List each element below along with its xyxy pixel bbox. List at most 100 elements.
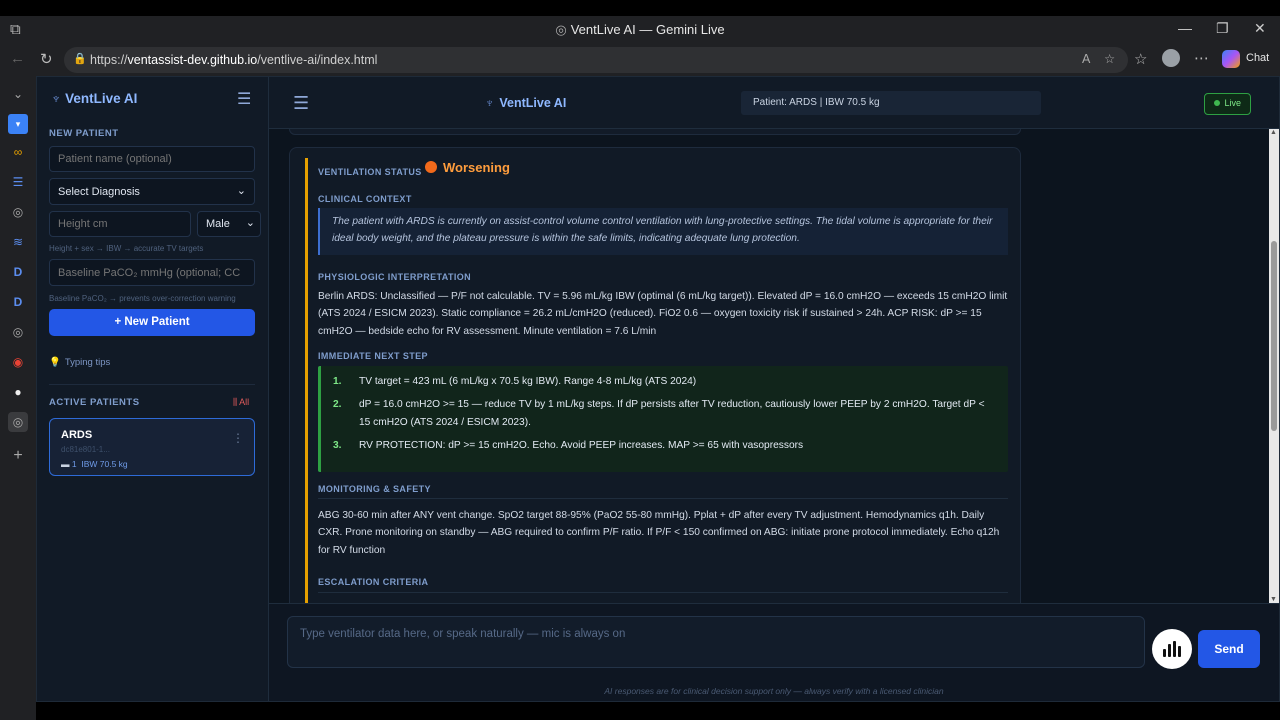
sidebar-divider (49, 384, 255, 385)
chat-scroll-area[interactable]: VENTILATION STATUS Worsening CLINICAL CO… (269, 129, 1269, 603)
tab-google-icon[interactable]: ◉ (8, 352, 28, 372)
scroll-down-icon[interactable]: ▼ (1270, 596, 1277, 603)
url-host: ventassist-dev.github.io (127, 53, 258, 67)
clinical-context-text: The patient with ARDS is currently on as… (318, 208, 1008, 255)
tab-github-icon[interactable]: ● (8, 382, 28, 402)
monitoring-safety-label: MONITORING & SAFETY (318, 484, 431, 494)
chat-scrollbar[interactable]: ▲ ▼ (1269, 129, 1279, 603)
maximize-icon[interactable]: ❐ (1216, 20, 1229, 37)
clinical-context-label: CLINICAL CONTEXT (318, 194, 412, 204)
lightbulb-icon: 💡 (49, 357, 61, 368)
message-icon: ▬ (61, 459, 70, 469)
close-icon[interactable]: ✕ (1254, 20, 1266, 37)
lungs-logo-icon: ♆ (51, 91, 62, 106)
tab-globe-1-icon[interactable]: ◎ (8, 202, 28, 222)
new-tab-plus-icon[interactable]: + (8, 446, 28, 466)
scroll-up-icon[interactable]: ▲ (1270, 129, 1277, 136)
audio-bars-icon (1163, 649, 1166, 657)
collapse-tabs-icon[interactable]: ⌄ (8, 84, 28, 104)
header-menu-icon[interactable]: ☰ (293, 93, 309, 114)
escalation-criteria-label: ESCALATION CRITERIA (318, 577, 429, 587)
clear-icon: ⫼ (233, 397, 238, 407)
clear-all-text: All (239, 397, 250, 407)
tab-favicon-d1-icon[interactable]: D (8, 262, 28, 282)
step-text: dP = 16.0 cmH2O >= 15 — reduce TV by 1 m… (359, 399, 985, 428)
assessment-card: VENTILATION STATUS Worsening CLINICAL CO… (289, 147, 1021, 603)
back-icon[interactable]: ← (10, 50, 25, 67)
voice-mic-button[interactable] (1152, 629, 1192, 669)
lock-icon: 🔒 (73, 53, 87, 65)
patient-card-ibw: IBW 70.5 kg (81, 459, 128, 469)
typing-tips-text: Typing tips (64, 357, 111, 368)
sidebar: ♆VentLive AI ☰ NEW PATIENT Select Diagno… (37, 77, 269, 701)
tab-favicon-d2-icon[interactable]: D (8, 292, 28, 312)
patient-card-id: dc81e801-1... (61, 445, 110, 454)
tab-favicon-2-icon[interactable]: ∞ (8, 142, 28, 162)
scrollbar-thumb[interactable] (1271, 241, 1277, 431)
patient-options-icon[interactable]: ⋮ (232, 431, 244, 445)
top-header: ☰ ♆ VentLive AI Patient: ARDS | IBW 70.5 … (269, 77, 1279, 129)
audio-bars-icon (1178, 646, 1181, 657)
window-title: ◎ VentLive AI — Gemini Live (0, 22, 1280, 38)
new-patient-button[interactable]: + New Patient (49, 309, 255, 336)
sidebar-menu-icon[interactable]: ☰ (237, 89, 251, 109)
new-patient-heading: NEW PATIENT (49, 128, 119, 139)
refresh-icon[interactable]: ↻ (40, 50, 53, 68)
tab-globe-2-icon[interactable]: ◎ (8, 322, 28, 342)
list-item: 1. TV target = 423 mL (6 mL/kg x 70.5 kg … (333, 373, 996, 390)
address-bar[interactable]: 🔒 https://ventassist-dev.github.io/ventl… (64, 47, 1128, 73)
composer: Type ventilator data here, or speak natu… (269, 603, 1279, 701)
favorites-icon[interactable]: ☆ (1134, 50, 1147, 68)
live-dot-icon (1214, 100, 1221, 106)
typing-tips-link[interactable]: 💡 Typing tips (49, 357, 110, 368)
profile-avatar-icon[interactable] (1162, 49, 1180, 67)
step-number: 2. (333, 399, 342, 411)
tab-globe-active-icon[interactable]: ◎ (8, 412, 28, 432)
sex-select[interactable]: Male ⌄ (197, 211, 261, 237)
physiologic-interpretation-text: Berlin ARDS: Unclassified — P/F not calc… (318, 291, 1008, 337)
baseline-paco2-input[interactable] (49, 259, 255, 286)
app-root: ♆ VentLive AI ☰ NEW PATIENT Select Diagno… (36, 76, 1280, 702)
physiologic-interpretation-label: PHYSIOLOGIC INTERPRETATION (318, 272, 472, 282)
patient-message-count: 1 (71, 459, 77, 469)
tab-favicon-4-icon[interactable]: ≋ (8, 232, 28, 252)
patient-card-name: ARDS (61, 429, 93, 441)
audio-bars-icon (1173, 641, 1176, 657)
status-dot-icon (425, 161, 437, 173)
read-aloud-icon[interactable]: A (1082, 52, 1090, 66)
more-menu-icon[interactable]: ⋯ (1194, 49, 1209, 67)
section-divider (318, 592, 1008, 593)
favorite-star-icon[interactable]: ☆ (1104, 51, 1115, 66)
browser-titlebar: ⧉ ◎ VentLive AI — Gemini Live — ❐ ✕ (0, 16, 1280, 44)
step-text: TV target = 423 mL (6 mL/kg x 70.5 kg IB… (359, 376, 697, 387)
tab-favicon-3-icon[interactable]: ☰ (8, 172, 28, 192)
patient-card[interactable]: ARDS dc81e801-1... ▬ 1 IBW 70.5 kg ⋮ (49, 418, 255, 476)
clear-all-button[interactable]: ⫼ All (233, 397, 249, 408)
message-input[interactable]: Type ventilator data here, or speak natu… (287, 616, 1145, 668)
header-brand-text: VentLive AI (499, 96, 567, 110)
ventilation-status-value: Worsening (425, 160, 510, 175)
message-input-placeholder: Type ventilator data here, or speak natu… (300, 628, 626, 640)
url-path: /ventlive-ai/index.html (257, 53, 378, 67)
live-badge-text: Live (1224, 98, 1241, 108)
patient-name-input[interactable] (49, 146, 255, 172)
monitoring-safety-text: ABG 30-60 min after ANY vent change. SpO… (318, 510, 1000, 556)
sex-select-value: Male (206, 218, 230, 230)
minimize-icon[interactable]: — (1178, 20, 1192, 36)
lungs-logo-icon: ♆ (485, 96, 495, 110)
height-hint: Height + sex → IBW → accurate TV targets (49, 244, 204, 253)
previous-message-card (289, 129, 1021, 135)
header-patient-info: Patient: ARDS | IBW 70.5 kg (741, 91, 1041, 115)
tab-favicon-1-icon[interactable]: ▾ (8, 114, 28, 134)
height-input[interactable] (49, 211, 191, 237)
audio-bars-icon (1168, 644, 1171, 657)
chevron-down-icon: ⌄ (236, 185, 246, 197)
copilot-icon[interactable] (1222, 50, 1240, 68)
diagnosis-select[interactable]: Select Diagnosis ⌄ (49, 178, 255, 205)
status-value-text: Worsening (443, 160, 510, 175)
send-button[interactable]: Send (1198, 630, 1260, 668)
step-text: RV PROTECTION: dP >= 15 cmH2O. Echo. Avo… (359, 439, 804, 451)
window-title-text: VentLive AI — Gemini Live (570, 22, 725, 37)
url-prefix: https:// (90, 53, 128, 67)
chat-button[interactable]: Chat (1246, 52, 1269, 64)
